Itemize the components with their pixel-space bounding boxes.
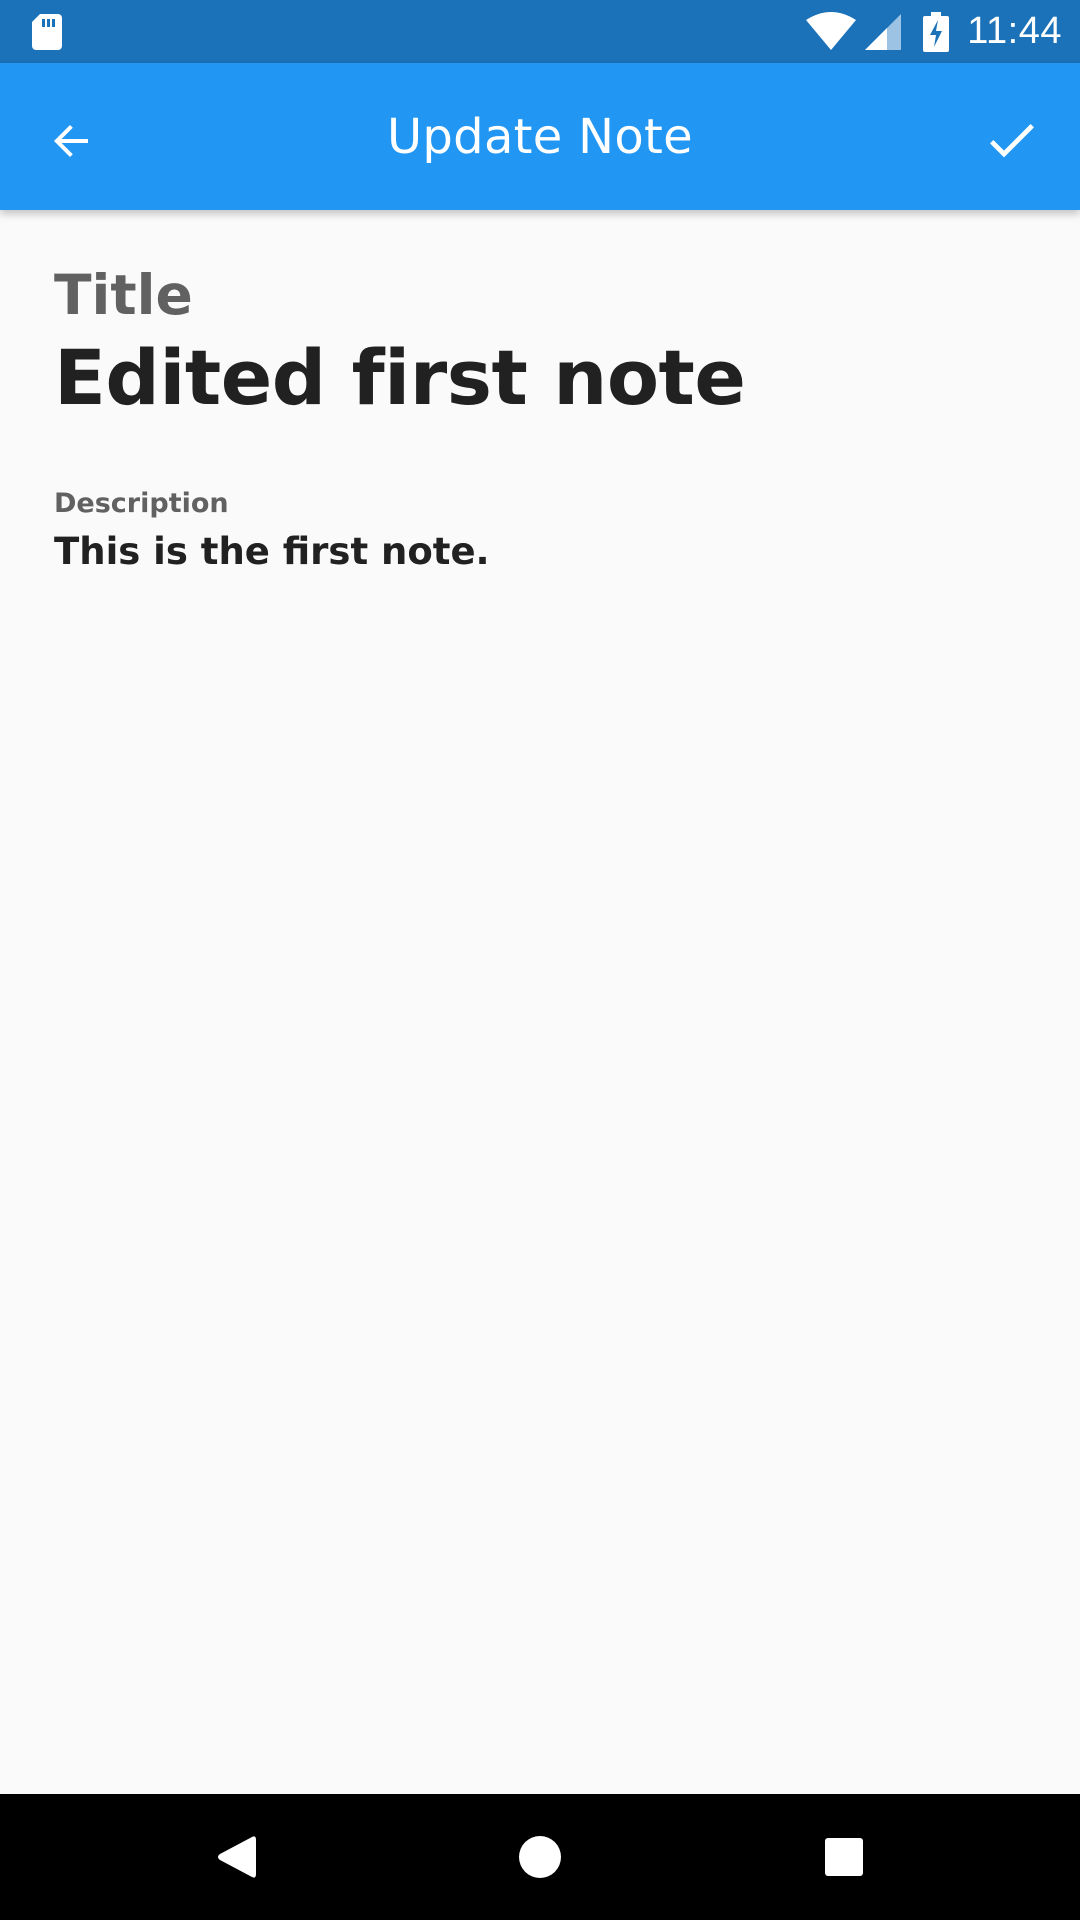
wifi-icon [806, 11, 857, 50]
battery-charging-icon [923, 11, 950, 52]
app-bar: Update Note [0, 63, 1080, 210]
description-field[interactable]: This is the first note. [54, 528, 1026, 576]
clock: 11:44 [967, 10, 1062, 52]
check-icon [990, 124, 1034, 158]
note-form: Title Edited first note Description This… [54, 210, 1026, 576]
page-title: Update Note [386, 108, 694, 165]
signal-icon [865, 13, 902, 50]
home-circle-icon [519, 1836, 561, 1878]
title-label: Title [54, 263, 193, 327]
title-field[interactable]: Edited first note [54, 332, 1026, 424]
system-navigation-bar [0, 1794, 1080, 1920]
nav-recents-button[interactable] [804, 1817, 884, 1897]
nav-back-button[interactable] [196, 1817, 276, 1897]
status-bar: 11:44 [0, 0, 1080, 63]
save-button[interactable] [974, 103, 1050, 179]
description-label: Description [54, 488, 229, 519]
recents-square-icon [825, 1838, 863, 1876]
back-triangle-icon [218, 1836, 256, 1878]
nav-home-button[interactable] [500, 1817, 580, 1897]
sd-card-icon [32, 14, 62, 50]
